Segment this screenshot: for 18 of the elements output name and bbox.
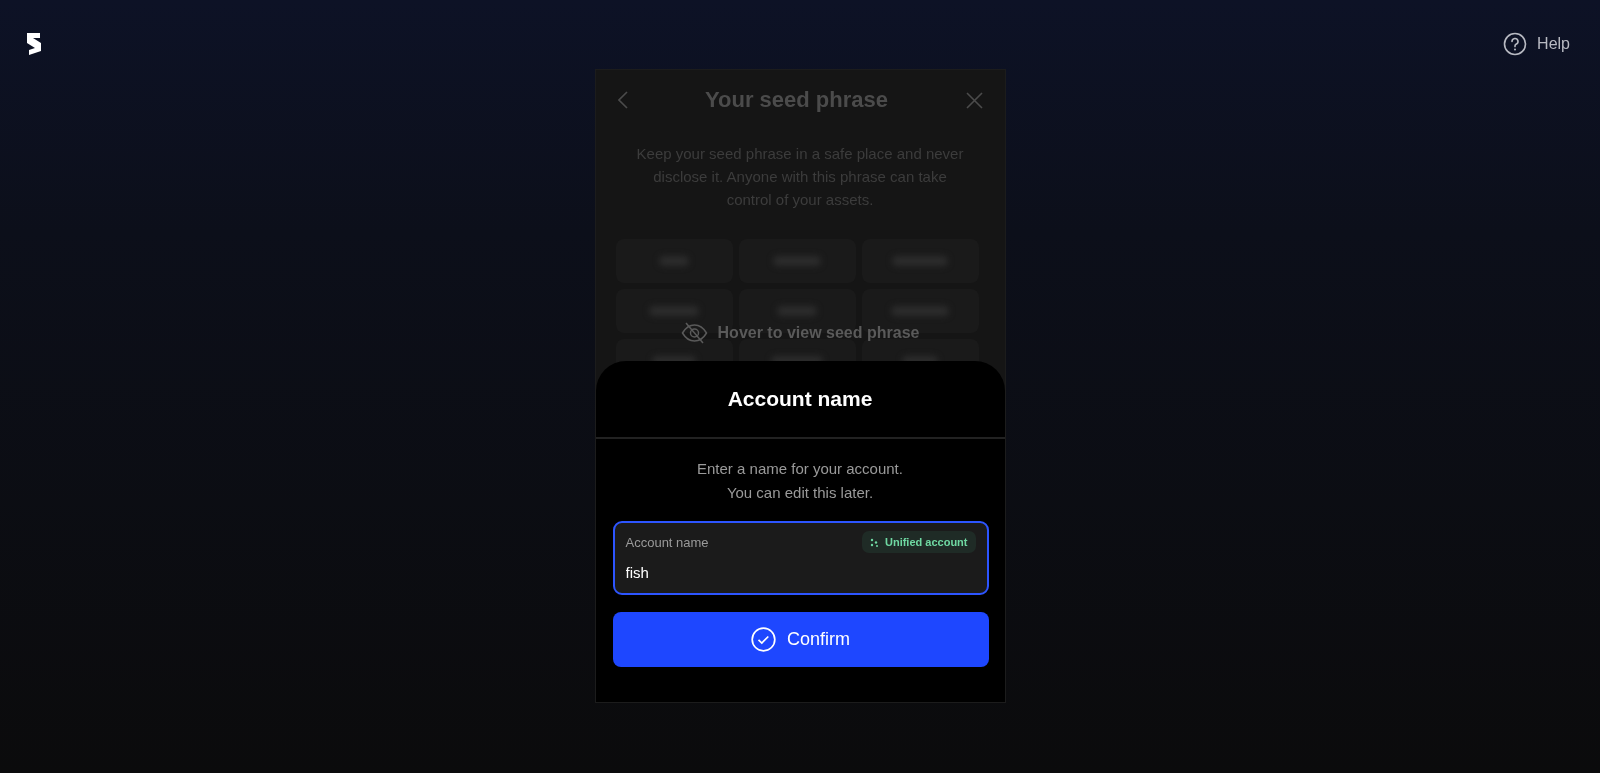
account-name-input[interactable]: fish (625, 564, 976, 581)
sheet-description: Enter a name for your account. You can edit this later. (696, 459, 904, 503)
field-label: Account name (625, 534, 709, 550)
hover-hint-text: Hover to view seed phrase (717, 324, 920, 342)
back-button[interactable] (617, 91, 628, 109)
help-icon (1503, 31, 1528, 56)
dots-icon (870, 537, 878, 547)
eye-slash-icon (680, 322, 708, 344)
account-name-field[interactable]: Account name Unified account fish (612, 521, 989, 595)
close-button[interactable] (965, 91, 983, 109)
confirm-button[interactable]: Confirm (612, 612, 989, 667)
help-button[interactable]: Help (1503, 31, 1570, 56)
unified-account-badge: Unified account (862, 531, 976, 553)
close-icon (965, 91, 983, 109)
back-chevron-icon (617, 91, 628, 109)
sheet-title: Account name (595, 361, 1005, 439)
check-circle-icon (751, 627, 776, 652)
logo-icon[interactable] (25, 31, 42, 56)
